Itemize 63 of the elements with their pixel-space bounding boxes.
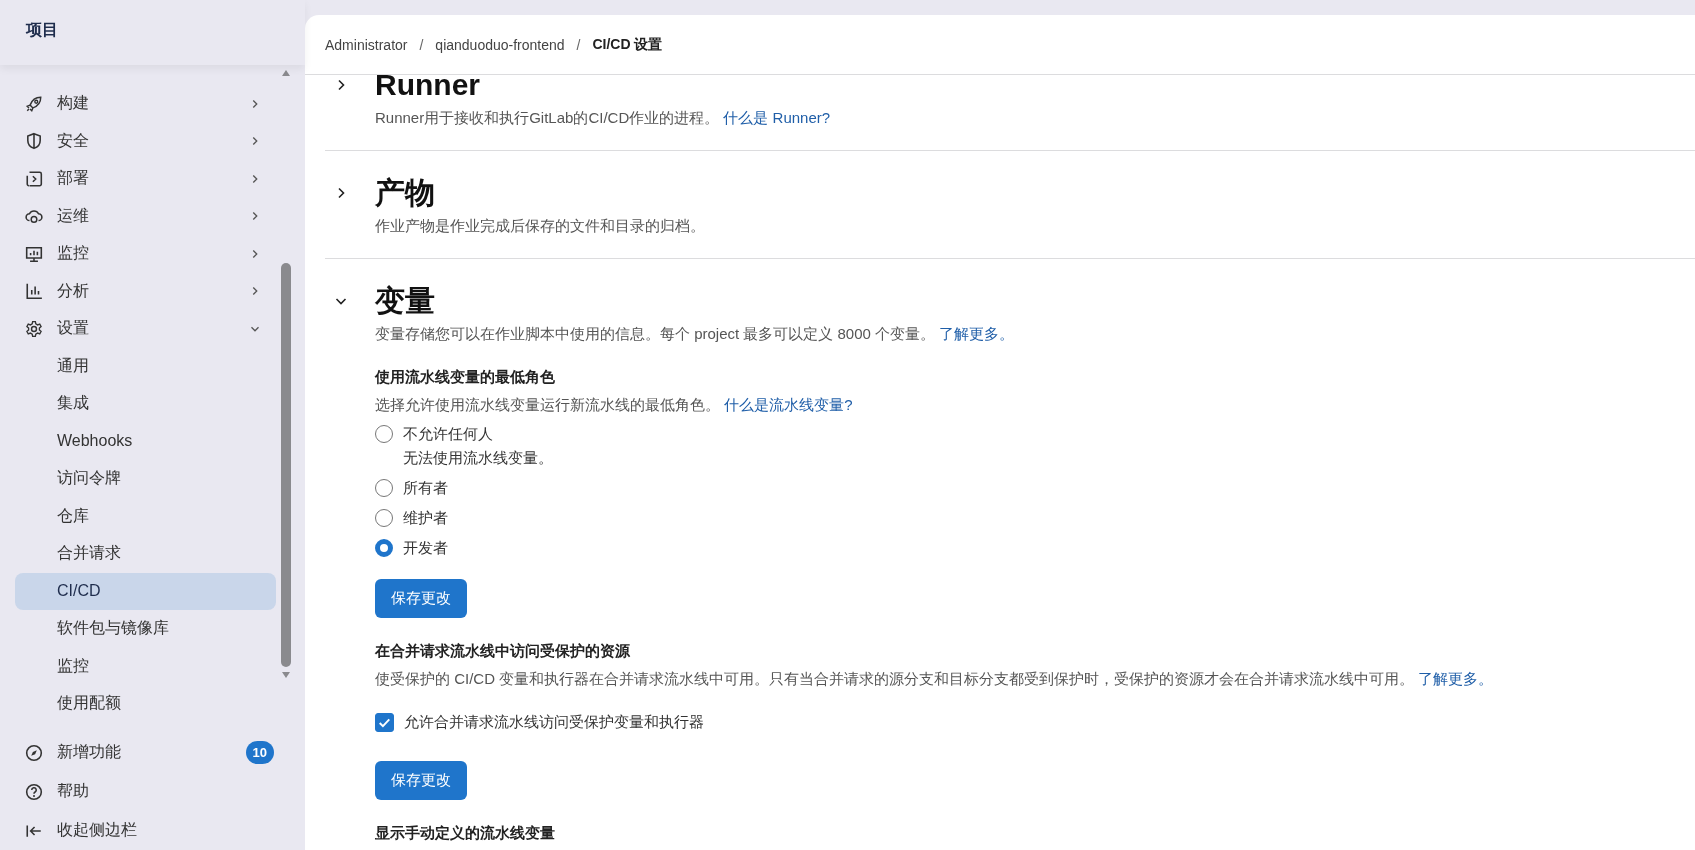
sidebar-item[interactable]: 监控 — [15, 235, 276, 273]
sidebar-footer-item[interactable]: 收起侧边栏 — [15, 811, 276, 850]
radio-label: 所有者 — [403, 478, 448, 498]
group-heading: 显示手动定义的流水线变量 — [375, 824, 556, 843]
radio-hint: 无法使用流水线变量。 — [403, 448, 553, 468]
help-link[interactable]: 了解更多。 — [939, 325, 1015, 342]
sidebar-subitem[interactable]: 访问令牌 — [15, 460, 276, 498]
deploy-icon — [25, 169, 43, 188]
sidebar-title: 项目 — [26, 19, 58, 40]
scroll-down-icon[interactable] — [281, 671, 291, 679]
section-title: 变量 — [375, 283, 435, 319]
section-title: 产物 — [375, 175, 435, 211]
sidebar-subitem[interactable]: 合并请求 — [15, 535, 276, 573]
sidebar-item[interactable]: 构建 — [15, 85, 276, 123]
group-description: 选择允许使用流水线变量运行新流水线的最低角色。 什么是流水线变量? — [375, 396, 854, 415]
breadcrumb-current: CI/CD 设置 — [592, 35, 663, 54]
sidebar-item[interactable]: 设置 — [15, 310, 276, 348]
shield-icon — [25, 132, 43, 151]
group-heading: 在合并请求流水线中访问受保护的资源 — [375, 642, 631, 661]
breadcrumb-link[interactable]: Administrator — [325, 36, 408, 53]
help-link[interactable]: 什么是流水线变量? — [724, 396, 853, 413]
sidebar-subitem[interactable]: 仓库 — [15, 497, 276, 535]
sidebar-subitem[interactable]: 通用 — [15, 347, 276, 385]
gear-icon — [25, 319, 43, 338]
compass-icon — [25, 743, 43, 762]
section-title: Runner — [375, 75, 480, 103]
sidebar-item[interactable]: 部署 — [15, 160, 276, 198]
section-description: 变量存储您可以在作业脚本中使用的信息。每个 project 最多可以定义 8000 个变量。 了解更多。 — [375, 325, 1016, 344]
radio-label: 维护者 — [403, 508, 448, 528]
count-badge: 10 — [245, 741, 274, 764]
sidebar-item[interactable]: 分析 — [15, 272, 276, 310]
save-button[interactable]: 保存更改 — [375, 579, 467, 618]
sidebar-subitem[interactable]: CI/CD — [15, 572, 276, 610]
breadcrumb-separator: / — [419, 36, 424, 53]
breadcrumb-separator: / — [576, 36, 581, 53]
radio-label: 不允许任何人 — [403, 424, 494, 444]
sidebar-item[interactable]: 运维 — [15, 197, 276, 235]
group-description: 使受保护的 CI/CD 变量和执行器在合并请求流水线中可用。只有当合并请求的源分支和目标分支都受到保护时，受保护的资源才会在合并请求流水线中可用。 了解更多。 — [375, 670, 1495, 689]
sidebar-subitem[interactable]: 软件包与镜像库 — [15, 610, 276, 648]
checkbox-label: 允许合并请求流水线访问受保护变量和执行器 — [404, 712, 704, 732]
sidebar-item[interactable]: 安全 — [15, 122, 276, 160]
group-heading: 使用流水线变量的最低角色 — [375, 368, 556, 387]
sidebar-subitem[interactable]: 集成 — [15, 385, 276, 423]
scroll-up-icon[interactable] — [281, 69, 291, 77]
sidebar-subitem[interactable]: 监控 — [15, 647, 276, 685]
breadcrumb-link[interactable]: qianduoduo-frontend — [435, 36, 565, 53]
sidebar-footer-item[interactable]: 帮助 — [15, 772, 276, 811]
section-description: 作业产物是作业完成后保存的文件和目录的归档。 — [375, 217, 706, 236]
checkbox[interactable] — [375, 713, 394, 732]
rocket-icon — [25, 94, 43, 113]
radio-label: 开发者 — [403, 538, 448, 558]
sidebar-subitem[interactable]: Webhooks — [15, 422, 276, 460]
help-icon — [25, 782, 43, 801]
chart-icon — [25, 282, 43, 301]
monitor-icon — [25, 244, 43, 263]
cloud-icon — [25, 207, 43, 226]
section-description: Runner用于接收和执行GitLab的CI/CD作业的进程。 什么是 Runner? — [375, 109, 832, 128]
save-button[interactable]: 保存更改 — [375, 761, 467, 800]
sidebar-subitem[interactable]: 使用配额 — [15, 685, 276, 723]
help-link[interactable]: 了解更多。 — [1418, 670, 1494, 687]
sidebar-footer-item[interactable]: 新增功能 10 — [15, 733, 276, 772]
radio-button[interactable] — [375, 539, 393, 557]
help-link[interactable]: 什么是 Runner? — [723, 109, 831, 126]
